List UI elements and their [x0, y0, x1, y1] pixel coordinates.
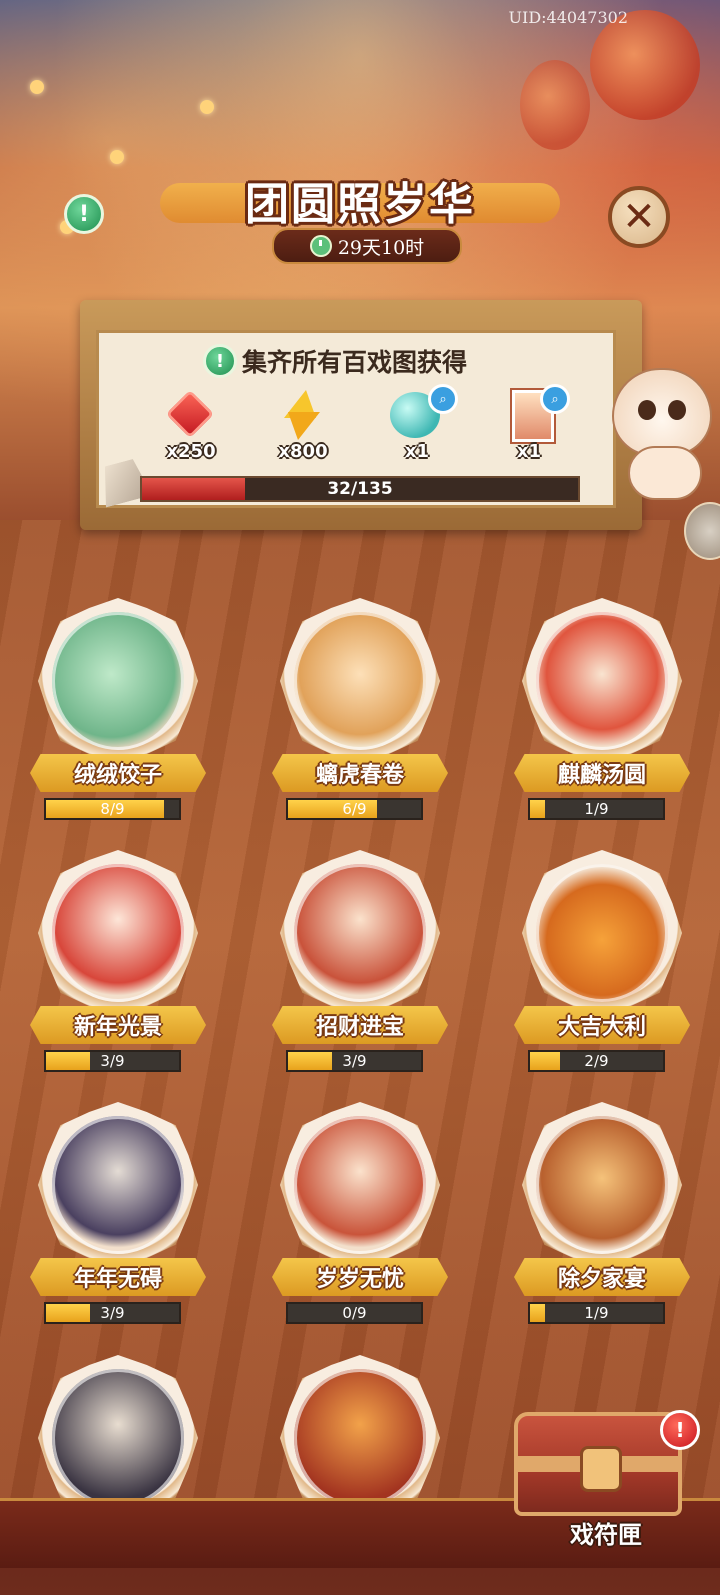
- card-name-plate: 绒绒饺子: [30, 754, 206, 792]
- card-name: 招财进宝: [315, 1014, 404, 1040]
- reward-item-orb[interactable]: ⌕ x1: [372, 384, 462, 462]
- lantern-decoration: [520, 60, 590, 150]
- close-icon: ✕: [622, 194, 656, 240]
- card-progress-bar: 1/9: [528, 1302, 665, 1324]
- info-icon[interactable]: !: [203, 344, 237, 378]
- card-progress-bar: 3/9: [44, 1050, 181, 1072]
- blossom-decoration: [110, 150, 124, 164]
- chest-label: 戏符匣: [570, 1520, 642, 1549]
- card-art: [294, 1116, 426, 1254]
- mascot-body: [628, 446, 702, 500]
- card-name-plate: 麒麟汤圆: [514, 754, 690, 792]
- collection-progress-text: 32/135: [327, 479, 393, 499]
- collection-card[interactable]: 螭虎春卷 6/9: [272, 598, 448, 838]
- card-progress-bar: 0/9: [286, 1302, 423, 1324]
- event-title: 团圆照岁华: [245, 179, 475, 230]
- alert-badge-icon: !: [660, 1410, 700, 1450]
- countdown-text: 29天10时: [337, 236, 425, 259]
- card-name-plate: 除夕家宴: [514, 1258, 690, 1296]
- collection-card[interactable]: 麒麟汤圆 1/9: [514, 598, 690, 838]
- collection-card[interactable]: 除夕家宴 1/9: [514, 1102, 690, 1342]
- reward-count: x1: [516, 441, 542, 462]
- card-name: 麒麟汤圆: [557, 762, 646, 788]
- card-name-plate: 螭虎春卷: [272, 754, 448, 792]
- card-progress-text: 3/9: [342, 1052, 367, 1070]
- card-name: 新年光景: [73, 1014, 162, 1040]
- card-progress-text: 3/9: [100, 1304, 125, 1322]
- card-progress-bar: 2/9: [528, 1050, 665, 1072]
- card-progress-bar: 6/9: [286, 798, 423, 820]
- mascot-eye: [668, 400, 686, 420]
- mascot-head: [612, 368, 712, 456]
- card-name: 绒绒饺子: [73, 762, 162, 788]
- clock-icon: [309, 235, 332, 257]
- card-progress-text: 3/9: [100, 1052, 125, 1070]
- cat-mascot: [602, 368, 714, 500]
- blossom-decoration: [200, 100, 214, 114]
- mascot-eye: [638, 400, 656, 420]
- card-art: [52, 612, 184, 750]
- reward-item-card[interactable]: ⌕ x1: [484, 384, 574, 462]
- chest-lock-icon: [580, 1446, 622, 1492]
- collection-progress-bar: 32/135: [140, 476, 580, 502]
- reward-item-gem[interactable]: x250: [146, 389, 236, 462]
- lightning-bolt-icon-lower: [288, 412, 320, 440]
- magnify-icon[interactable]: ⌕: [428, 384, 458, 414]
- card-progress-text: 1/9: [584, 1304, 609, 1322]
- collection-card[interactable]: 大吉大利 2/9: [514, 850, 690, 1090]
- card-progress-text: 0/9: [342, 1304, 367, 1322]
- treasure-chest-button[interactable]: [514, 1412, 682, 1516]
- card-art: [52, 1369, 184, 1507]
- card-progress-bar: 3/9: [44, 1302, 181, 1324]
- card-art: [294, 864, 426, 1002]
- card-name: 岁岁无忧: [315, 1266, 404, 1292]
- card-name-plate: 大吉大利: [514, 1006, 690, 1044]
- card-name: 螭虎春卷: [315, 762, 404, 788]
- card-art: [294, 1369, 426, 1507]
- red-gem-icon: [165, 389, 215, 439]
- card-progress-text: 8/9: [100, 800, 125, 818]
- reward-count: x250: [166, 441, 216, 462]
- collection-card[interactable]: 新年光景 3/9: [30, 850, 206, 1090]
- blossom-decoration: [30, 80, 44, 94]
- card-progress-text: 6/9: [342, 800, 367, 818]
- collection-card[interactable]: 岁岁无忧 0/9: [272, 1102, 448, 1342]
- magnify-icon[interactable]: ⌕: [540, 384, 570, 414]
- reward-count: x800: [278, 441, 328, 462]
- card-art: [536, 612, 668, 750]
- user-id: UID:44047302: [508, 8, 628, 27]
- card-name-plate: 招财进宝: [272, 1006, 448, 1044]
- card-art: [52, 1116, 184, 1254]
- card-progress-bar: 3/9: [286, 1050, 423, 1072]
- card-art: [52, 864, 184, 1002]
- reward-item-energy[interactable]: x800: [258, 390, 348, 462]
- card-art: [536, 864, 668, 1002]
- card-name-plate: 新年光景: [30, 1006, 206, 1044]
- info-icon[interactable]: !: [64, 194, 104, 234]
- card-name-plate: 年年无碍: [30, 1258, 206, 1296]
- reward-board-title: 集齐所有百戏图获得: [242, 348, 468, 377]
- card-name: 除夕家宴: [557, 1266, 646, 1292]
- card-progress-bar: 8/9: [44, 798, 181, 820]
- countdown-timer: 29天10时: [272, 228, 462, 264]
- card-art: [294, 612, 426, 750]
- event-title-banner: 团圆照岁华: [160, 165, 560, 235]
- card-progress-text: 2/9: [584, 1052, 609, 1070]
- collection-card[interactable]: 年年无碍 3/9: [30, 1102, 206, 1342]
- card-name: 大吉大利: [557, 1014, 646, 1040]
- collection-card[interactable]: 绒绒饺子 8/9: [30, 598, 206, 838]
- reward-count: x1: [404, 441, 430, 462]
- card-name-plate: 岁岁无忧: [272, 1258, 448, 1296]
- close-button[interactable]: ✕: [608, 186, 670, 248]
- card-name: 年年无碍: [73, 1266, 162, 1292]
- card-progress-bar: 1/9: [528, 798, 665, 820]
- card-progress-text: 1/9: [584, 800, 609, 818]
- card-art: [536, 1116, 668, 1254]
- collection-card[interactable]: 招财进宝 3/9: [272, 850, 448, 1090]
